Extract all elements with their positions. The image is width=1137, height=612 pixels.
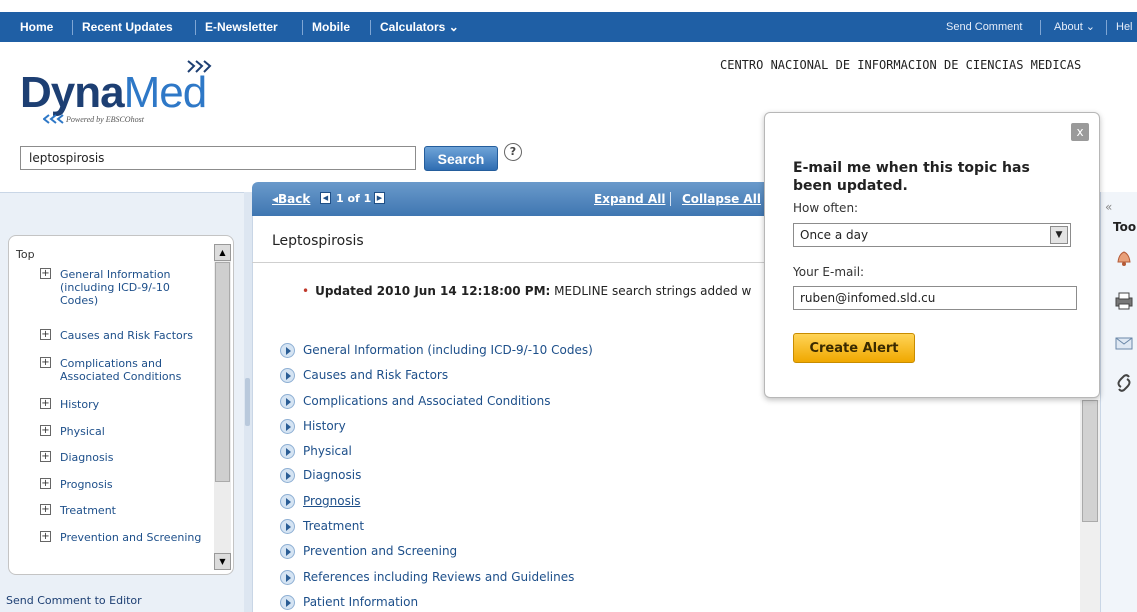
- topic-title: Leptospirosis: [272, 233, 364, 249]
- expand-arrow-icon[interactable]: [280, 419, 295, 434]
- top-nav-bar: Home Recent Updates E-Newsletter Mobile …: [0, 12, 1137, 42]
- expand-arrow-icon[interactable]: [280, 468, 295, 483]
- email-icon[interactable]: [1113, 332, 1135, 354]
- logo-tagline: Powered by EBSCOhost: [66, 115, 144, 124]
- toc-item[interactable]: History: [60, 398, 210, 411]
- collapse-all-link[interactable]: Collapse All: [682, 192, 761, 206]
- email-label: Your E-mail:: [793, 265, 865, 279]
- nav-separator: [1106, 20, 1107, 35]
- organization-name: CENTRO NACIONAL DE INFORMACION DE CIENCI…: [720, 58, 1082, 72]
- toc-item[interactable]: Treatment: [60, 504, 210, 517]
- nav-help[interactable]: Hel: [1116, 12, 1133, 42]
- tools-panel: « Tool: [1100, 192, 1137, 612]
- send-comment-to-editor-link[interactable]: Send Comment to Editor: [6, 594, 142, 607]
- nav-about[interactable]: About ⌄: [1054, 12, 1095, 42]
- toc-item[interactable]: Causes and Risk Factors: [60, 329, 210, 342]
- expand-arrow-icon[interactable]: [280, 544, 295, 559]
- expand-arrow-icon[interactable]: [280, 343, 295, 358]
- create-alert-button[interactable]: Create Alert: [793, 333, 915, 363]
- nav-separator: [370, 20, 371, 35]
- help-icon[interactable]: ?: [504, 143, 522, 161]
- splitter-grip[interactable]: [245, 378, 250, 426]
- link-icon[interactable]: [1113, 372, 1135, 394]
- collapse-tools-icon[interactable]: «: [1105, 200, 1112, 214]
- nav-separator: [302, 20, 303, 35]
- toc-item[interactable]: Prognosis: [60, 478, 210, 491]
- search-input[interactable]: [20, 146, 416, 170]
- expand-icon[interactable]: +: [40, 357, 51, 368]
- pager-label: 1 of 1: [336, 192, 372, 205]
- nav-mobile[interactable]: Mobile: [312, 12, 350, 42]
- alert-bell-icon[interactable]: [1113, 246, 1135, 268]
- update-notice: • Updated 2010 Jun 14 12:18:00 PM: MEDLIN…: [302, 284, 752, 298]
- expand-arrow-icon[interactable]: [280, 494, 295, 509]
- expand-icon[interactable]: +: [40, 425, 51, 436]
- frequency-value: Once a day: [800, 228, 869, 242]
- back-link[interactable]: ◂Back: [272, 192, 310, 206]
- search-button[interactable]: Search: [424, 146, 498, 171]
- scroll-down-icon[interactable]: ▼: [214, 553, 231, 570]
- nav-separator: [72, 20, 73, 35]
- toc-top-link[interactable]: Top: [16, 248, 35, 261]
- toc-item[interactable]: Prevention and Screening: [60, 531, 210, 544]
- expand-icon[interactable]: +: [40, 398, 51, 409]
- expand-icon[interactable]: +: [40, 504, 51, 515]
- nav-enewsletter[interactable]: E-Newsletter: [205, 12, 278, 42]
- nav-send-comment[interactable]: Send Comment: [946, 12, 1022, 42]
- alert-heading: E-mail me when this topic has been updat…: [793, 160, 1030, 194]
- content-toolbar: ◂Back ◀ 1 of 1 ▶ Expand All Collapse All: [252, 182, 772, 216]
- tools-label: Tool: [1113, 220, 1137, 234]
- email-field[interactable]: [793, 286, 1077, 310]
- expand-arrow-icon[interactable]: [280, 519, 295, 534]
- how-often-label: How often:: [793, 201, 859, 215]
- expand-arrow-icon[interactable]: [280, 368, 295, 383]
- nav-home[interactable]: Home: [20, 12, 53, 42]
- content-scrollbar[interactable]: [1080, 400, 1100, 612]
- bullet-icon: •: [302, 284, 310, 298]
- scroll-up-icon[interactable]: ▲: [214, 244, 231, 261]
- next-page-icon[interactable]: ▶: [374, 192, 385, 204]
- expand-icon[interactable]: +: [40, 451, 51, 462]
- nav-separator: [1040, 20, 1041, 35]
- toc-item[interactable]: Diagnosis: [60, 451, 210, 464]
- expand-all-link[interactable]: Expand All: [594, 192, 665, 206]
- toc-scrollbar[interactable]: ▲ ▼: [214, 244, 231, 570]
- close-icon[interactable]: x: [1071, 123, 1089, 141]
- expand-icon[interactable]: +: [40, 478, 51, 489]
- toolbar-separator: [670, 192, 671, 206]
- scroll-thumb[interactable]: [215, 262, 230, 482]
- prev-page-icon[interactable]: ◀: [320, 192, 331, 204]
- expand-icon[interactable]: +: [40, 329, 51, 340]
- expand-arrow-icon[interactable]: [280, 444, 295, 459]
- toc-item[interactable]: General Information (including ICD-9/-10…: [60, 268, 210, 307]
- expand-icon[interactable]: +: [40, 268, 51, 279]
- print-icon[interactable]: [1113, 290, 1135, 312]
- frequency-select[interactable]: Once a day ▼: [793, 223, 1071, 247]
- logo-arrows-icon: [187, 60, 212, 73]
- expand-arrow-icon[interactable]: [280, 394, 295, 409]
- tagline-arrows-icon: [43, 114, 64, 124]
- expand-arrow-icon[interactable]: [280, 570, 295, 585]
- scroll-thumb[interactable]: [1082, 400, 1098, 522]
- dynamed-logo[interactable]: DynaMed Powered by EBSCOhost: [20, 60, 230, 128]
- nav-separator: [195, 20, 196, 35]
- panel-splitter[interactable]: [244, 192, 252, 612]
- logo-wordmark: DynaMed: [20, 68, 207, 117]
- chevron-down-icon[interactable]: ▼: [1050, 226, 1068, 244]
- nav-calculators[interactable]: Calculators ⌄: [380, 12, 459, 42]
- email-alert-popup: x E-mail me when this topic has been upd…: [764, 112, 1100, 398]
- expand-arrow-icon[interactable]: [280, 595, 295, 610]
- nav-recent-updates[interactable]: Recent Updates: [82, 12, 173, 42]
- toc-item[interactable]: Physical: [60, 425, 210, 438]
- toc-item[interactable]: Complications and Associated Conditions: [60, 357, 210, 383]
- expand-icon[interactable]: +: [40, 531, 51, 542]
